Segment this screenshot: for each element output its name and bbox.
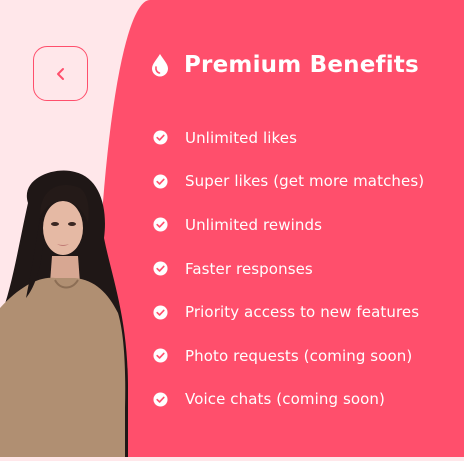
drop-icon xyxy=(150,53,170,77)
check-circle-icon xyxy=(153,174,168,189)
check-circle-icon xyxy=(153,261,168,276)
list-item: Voice chats (coming soon) xyxy=(153,378,453,422)
check-circle-icon xyxy=(153,348,168,363)
list-item: Photo requests (coming soon) xyxy=(153,334,453,378)
chevron-left-icon xyxy=(55,67,67,81)
benefit-label: Priority access to new features xyxy=(185,303,420,322)
page-title: Premium Benefits xyxy=(184,52,419,78)
list-item: Unlimited rewinds xyxy=(153,203,453,247)
list-item: Priority access to new features xyxy=(153,290,453,334)
back-button[interactable] xyxy=(33,46,88,101)
benefit-label: Faster responses xyxy=(185,259,313,278)
benefit-label: Unlimited likes xyxy=(185,128,298,147)
woman-portrait-image xyxy=(0,168,135,457)
check-circle-icon xyxy=(153,305,168,320)
benefit-label: Voice chats (coming soon) xyxy=(185,390,385,409)
list-item: Faster responses xyxy=(153,247,453,291)
benefit-label: Photo requests (coming soon) xyxy=(185,346,413,365)
check-circle-icon xyxy=(153,392,168,407)
check-circle-icon xyxy=(153,130,168,145)
benefit-label: Super likes (get more matches) xyxy=(185,172,425,191)
benefit-label: Unlimited rewinds xyxy=(185,215,323,234)
benefits-list: Unlimited likes Super likes (get more ma… xyxy=(153,116,453,421)
check-circle-icon xyxy=(153,217,168,233)
list-item: Super likes (get more matches) xyxy=(153,160,453,204)
list-item: Unlimited likes xyxy=(153,116,453,160)
header: Premium Benefits xyxy=(150,52,419,78)
